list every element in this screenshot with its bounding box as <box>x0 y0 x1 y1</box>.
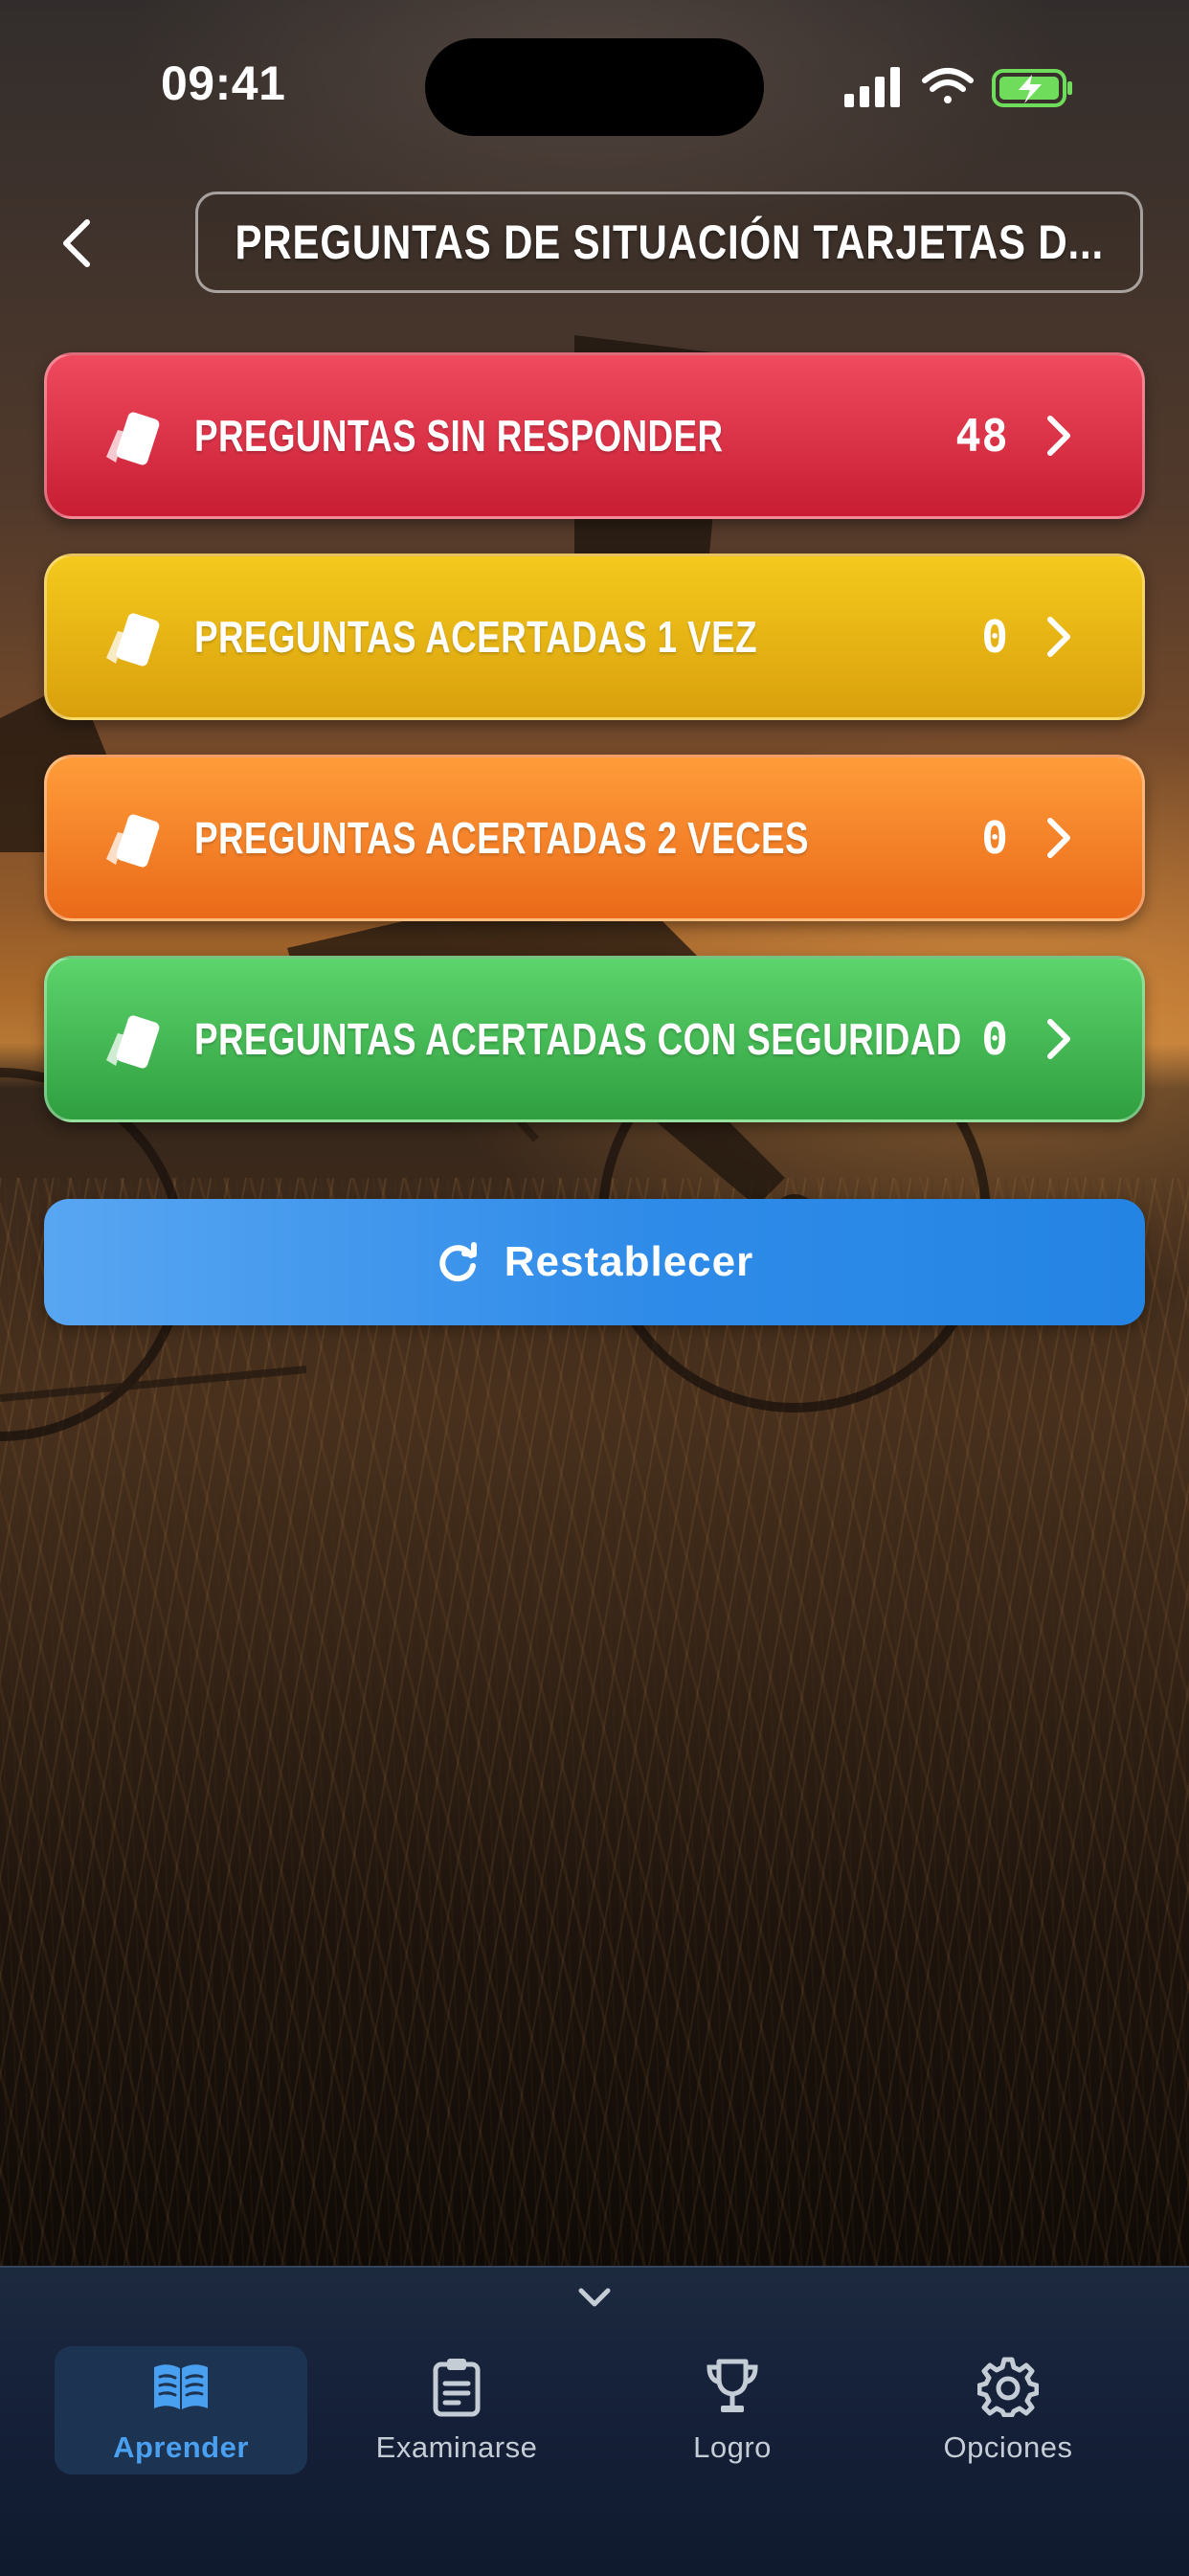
category-count: 0 <box>981 812 1008 864</box>
status-time: 09:41 <box>161 56 286 110</box>
background-overlay <box>0 0 1189 2268</box>
category-label: PREGUNTAS SIN RESPONDER <box>194 411 724 461</box>
chevron-right-icon <box>1047 1019 1070 1059</box>
cards-icon <box>106 814 160 868</box>
back-button[interactable] <box>42 205 109 282</box>
cards-icon <box>106 1015 160 1069</box>
tab-opciones[interactable]: Opciones <box>882 2346 1134 2474</box>
category-label: PREGUNTAS ACERTADAS CON SEGURIDAD <box>194 1014 962 1064</box>
reset-label: Restablecer <box>504 1238 754 1285</box>
chevron-down-icon[interactable] <box>575 2283 614 2312</box>
chevron-right-icon <box>1047 416 1070 456</box>
dynamic-island <box>425 38 764 136</box>
category-mastered[interactable]: PREGUNTAS ACERTADAS CON SEGURIDAD 0 <box>44 956 1145 1122</box>
chevron-right-icon <box>1047 617 1070 657</box>
cards-icon <box>106 613 160 667</box>
trophy-icon <box>707 2359 758 2412</box>
tab-aprender[interactable]: Aprender <box>55 2346 307 2474</box>
category-unanswered[interactable]: PREGUNTAS SIN RESPONDER 48 <box>44 352 1145 519</box>
page-title-box: PREGUNTAS DE SITUACIÓN TARJETAS D... <box>195 192 1143 293</box>
chevron-left-icon <box>63 219 90 267</box>
tab-examinarse[interactable]: Examinarse <box>330 2346 583 2474</box>
gear-icon <box>977 2357 1039 2417</box>
tab-label: Opciones <box>943 2430 1073 2464</box>
book-icon <box>154 2364 208 2409</box>
page-title: PREGUNTAS DE SITUACIÓN TARJETAS D... <box>235 215 1104 269</box>
category-label: PREGUNTAS ACERTADAS 2 VECES <box>194 813 809 863</box>
signal-icon <box>844 67 900 107</box>
category-correct-once[interactable]: PREGUNTAS ACERTADAS 1 VEZ 0 <box>44 554 1145 720</box>
refresh-icon <box>439 1242 477 1282</box>
tab-label: Logro <box>693 2430 772 2464</box>
tab-logro[interactable]: Logro <box>606 2346 859 2474</box>
cards-icon <box>106 412 160 465</box>
chevron-right-icon <box>1047 818 1070 858</box>
category-label: PREGUNTAS ACERTADAS 1 VEZ <box>194 612 757 662</box>
category-count: 0 <box>981 611 1008 663</box>
category-correct-twice[interactable]: PREGUNTAS ACERTADAS 2 VECES 0 <box>44 755 1145 921</box>
tab-label: Aprender <box>113 2430 249 2464</box>
category-count: 48 <box>954 410 1008 462</box>
wifi-icon <box>922 68 974 103</box>
category-count: 0 <box>981 1013 1008 1065</box>
reset-button[interactable]: Restablecer <box>44 1199 1145 1325</box>
tab-label: Examinarse <box>375 2430 538 2464</box>
battery-icon <box>992 69 1072 107</box>
clipboard-icon <box>433 2359 481 2417</box>
status-icons <box>844 67 1072 107</box>
